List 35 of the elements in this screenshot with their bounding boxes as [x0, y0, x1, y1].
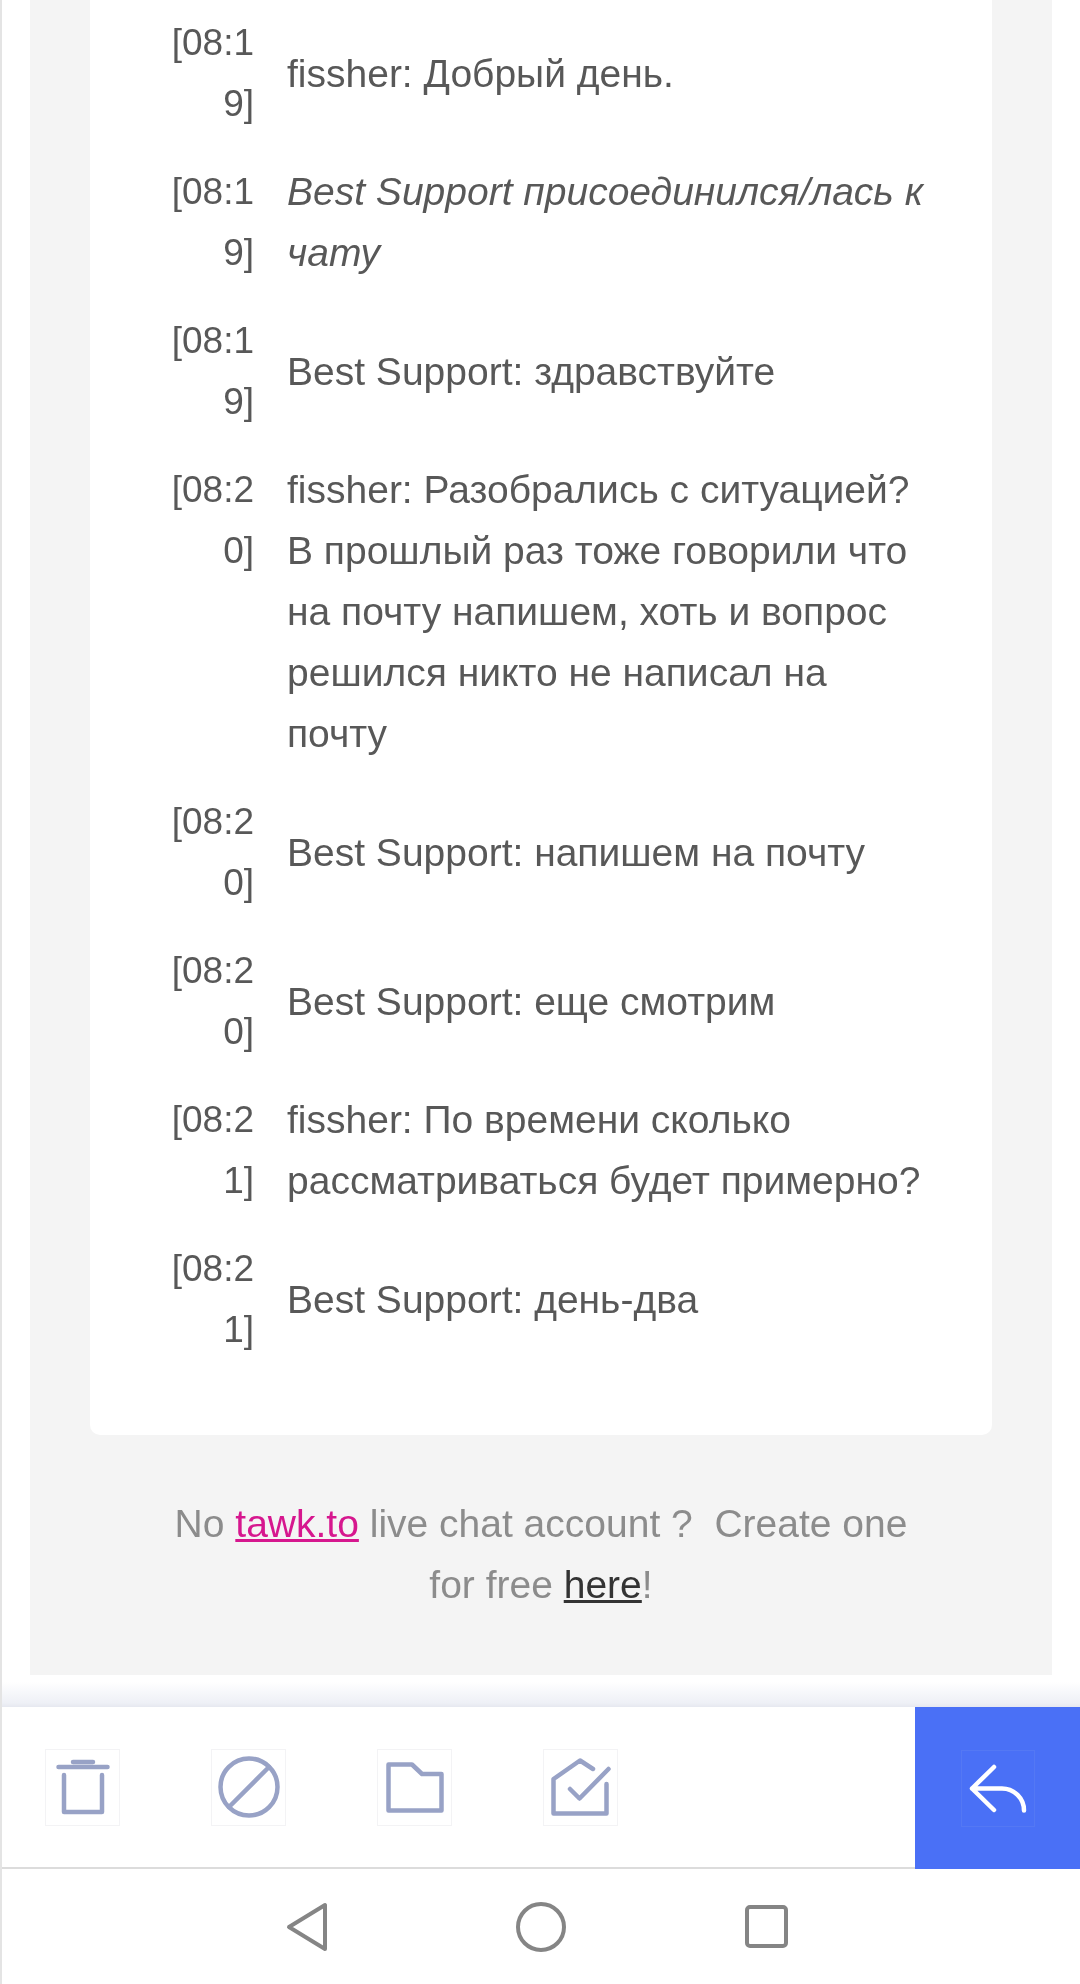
recents-button[interactable]: [745, 1905, 788, 1948]
message-text: fissher: Добрый день.: [287, 50, 675, 97]
signup-prompt: No tawk.to live chat account ? Create one for free here!: [173, 1501, 909, 1608]
back-button[interactable]: [286, 1901, 328, 1952]
trash-icon: [55, 1759, 110, 1815]
message-text: Best Support: еще смотрим: [287, 978, 777, 1025]
message-timestamp: [08:20]: [170, 800, 254, 905]
message-timestamp: [08:21]: [170, 1098, 254, 1203]
message-timestamp: [08:19]: [170, 21, 254, 126]
system-event-text: Best Support присоединился/лась к чату: [287, 169, 925, 276]
circle-icon: [516, 1901, 566, 1952]
message-timestamp: [08:19]: [170, 170, 254, 275]
message-timestamp: [08:20]: [170, 949, 254, 1054]
square-icon: [745, 1905, 788, 1948]
block-button[interactable]: [211, 1748, 286, 1826]
home-button[interactable]: [516, 1901, 566, 1952]
folder-button[interactable]: [377, 1748, 452, 1826]
message-timestamp: [08:20]: [170, 468, 254, 573]
folder-icon: [385, 1761, 444, 1813]
message-text: fissher: Разобрались с ситуацией? В прошлый раз тоже говорили что на почту напишем, хоть и вопрос решился никто не написал на почту: [287, 467, 911, 757]
message-timestamp: [08:19]: [170, 319, 254, 424]
signup-link[interactable]: here: [563, 1563, 642, 1606]
ban-icon: [217, 1756, 280, 1818]
reply-button[interactable]: [915, 1707, 1080, 1869]
message-text: Best Support: здравствуйте: [287, 348, 777, 395]
site-link[interactable]: tawk.to: [235, 1502, 359, 1545]
message-text: Best Support: день-два: [287, 1276, 700, 1323]
message-timestamp: [08:21]: [170, 1247, 254, 1352]
message-text: Best Support: напишем на почту: [287, 829, 867, 876]
mark-done-button[interactable]: [543, 1748, 618, 1826]
delete-button[interactable]: [45, 1748, 120, 1826]
triangle-icon: [286, 1901, 328, 1952]
message-text: fissher: По времени сколько рассматриваться будет примерно?: [287, 1097, 922, 1204]
reply-arrow-icon: [968, 1763, 1027, 1813]
envelope-check-icon: [550, 1758, 611, 1816]
